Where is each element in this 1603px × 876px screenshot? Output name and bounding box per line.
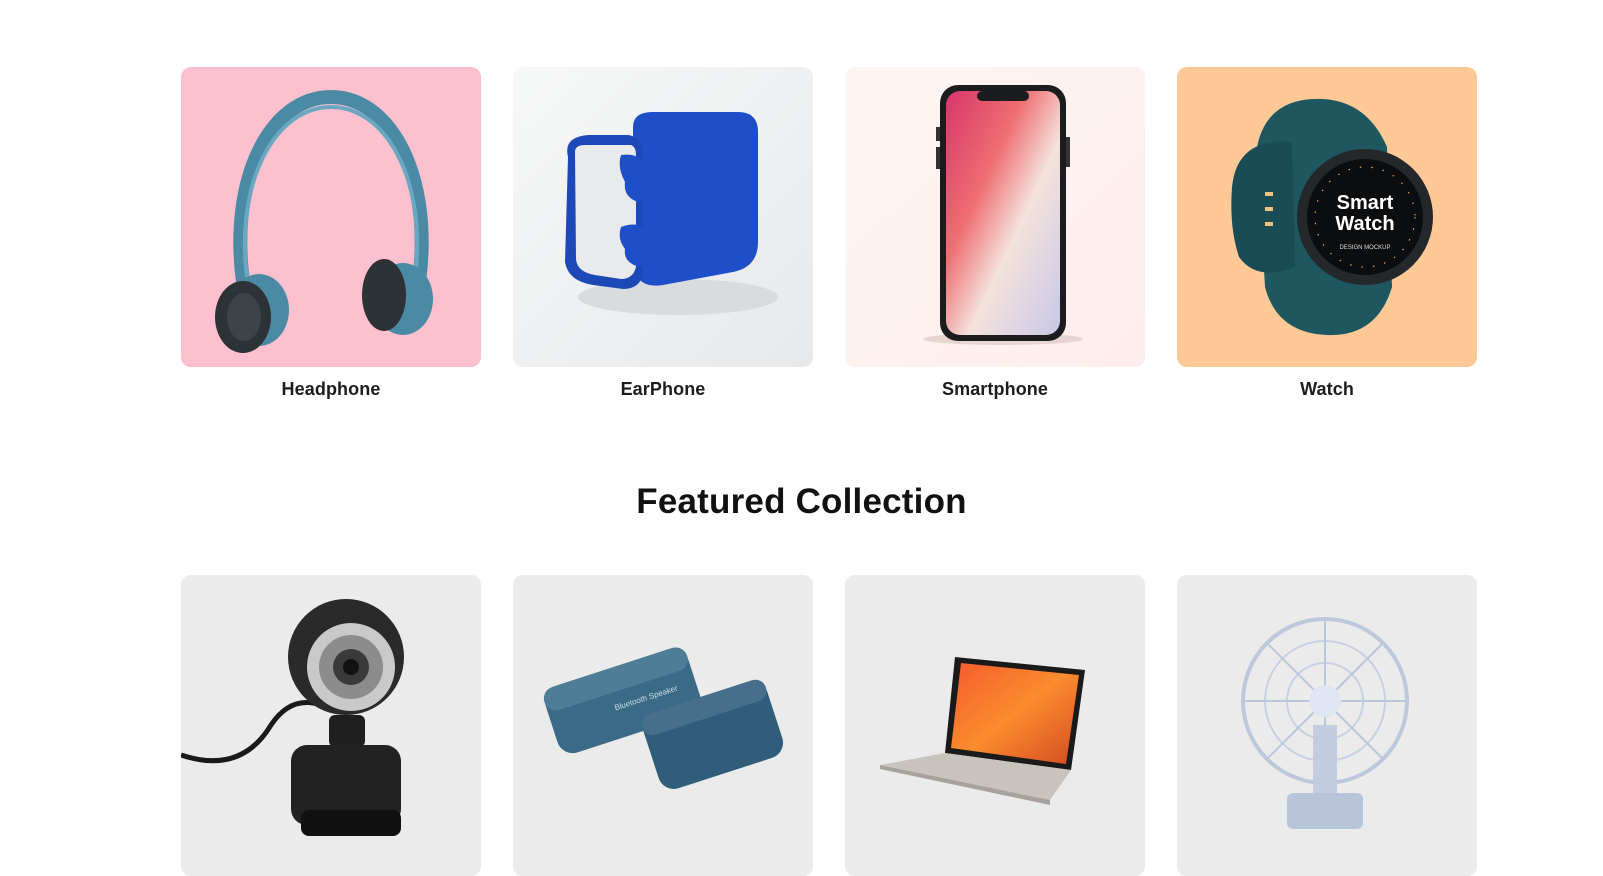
category-row: Headphone EarPhone Smartphone Smart Watc… [181, 67, 1481, 407]
smartphone-icon [845, 67, 1145, 367]
category-label[interactable]: Watch [1177, 379, 1477, 400]
earphone-icon [513, 67, 813, 367]
watch-face-text: Watch [1335, 213, 1394, 235]
featured-collection-row: Bluetooth Speaker [181, 575, 1481, 876]
smartwatch-image[interactable]: Smart Watch DESIGN MOCKUP [1177, 67, 1477, 367]
featured-item-speaker[interactable]: Bluetooth Speaker [513, 575, 813, 876]
category-label[interactable]: Smartphone [845, 379, 1145, 400]
desk-fan-icon [1177, 575, 1477, 876]
category-card-earphone[interactable]: EarPhone [513, 67, 813, 400]
category-label[interactable]: Headphone [181, 379, 481, 400]
featured-item-laptop[interactable] [845, 575, 1145, 876]
smartwatch-icon: Smart Watch DESIGN MOCKUP [1177, 67, 1477, 367]
category-card-headphone[interactable]: Headphone [181, 67, 481, 400]
webcam-icon [181, 575, 481, 876]
watch-face-caption: DESIGN MOCKUP [1339, 245, 1390, 251]
featured-collection-title: Featured Collection [636, 482, 967, 521]
earphone-image[interactable] [513, 67, 813, 367]
featured-item-fan[interactable] [1177, 575, 1477, 876]
category-label[interactable]: EarPhone [513, 379, 813, 400]
watch-face-text: Smart [1337, 192, 1394, 214]
category-card-watch[interactable]: Smart Watch DESIGN MOCKUP Watch [1177, 67, 1477, 400]
laptop-icon [845, 575, 1145, 876]
headphone-image[interactable] [181, 67, 481, 367]
smartphone-image[interactable] [845, 67, 1145, 367]
featured-item-webcam[interactable] [181, 575, 481, 876]
category-card-smartphone[interactable]: Smartphone [845, 67, 1145, 400]
bluetooth-speaker-icon: Bluetooth Speaker [513, 575, 813, 876]
headphone-icon [181, 67, 481, 367]
